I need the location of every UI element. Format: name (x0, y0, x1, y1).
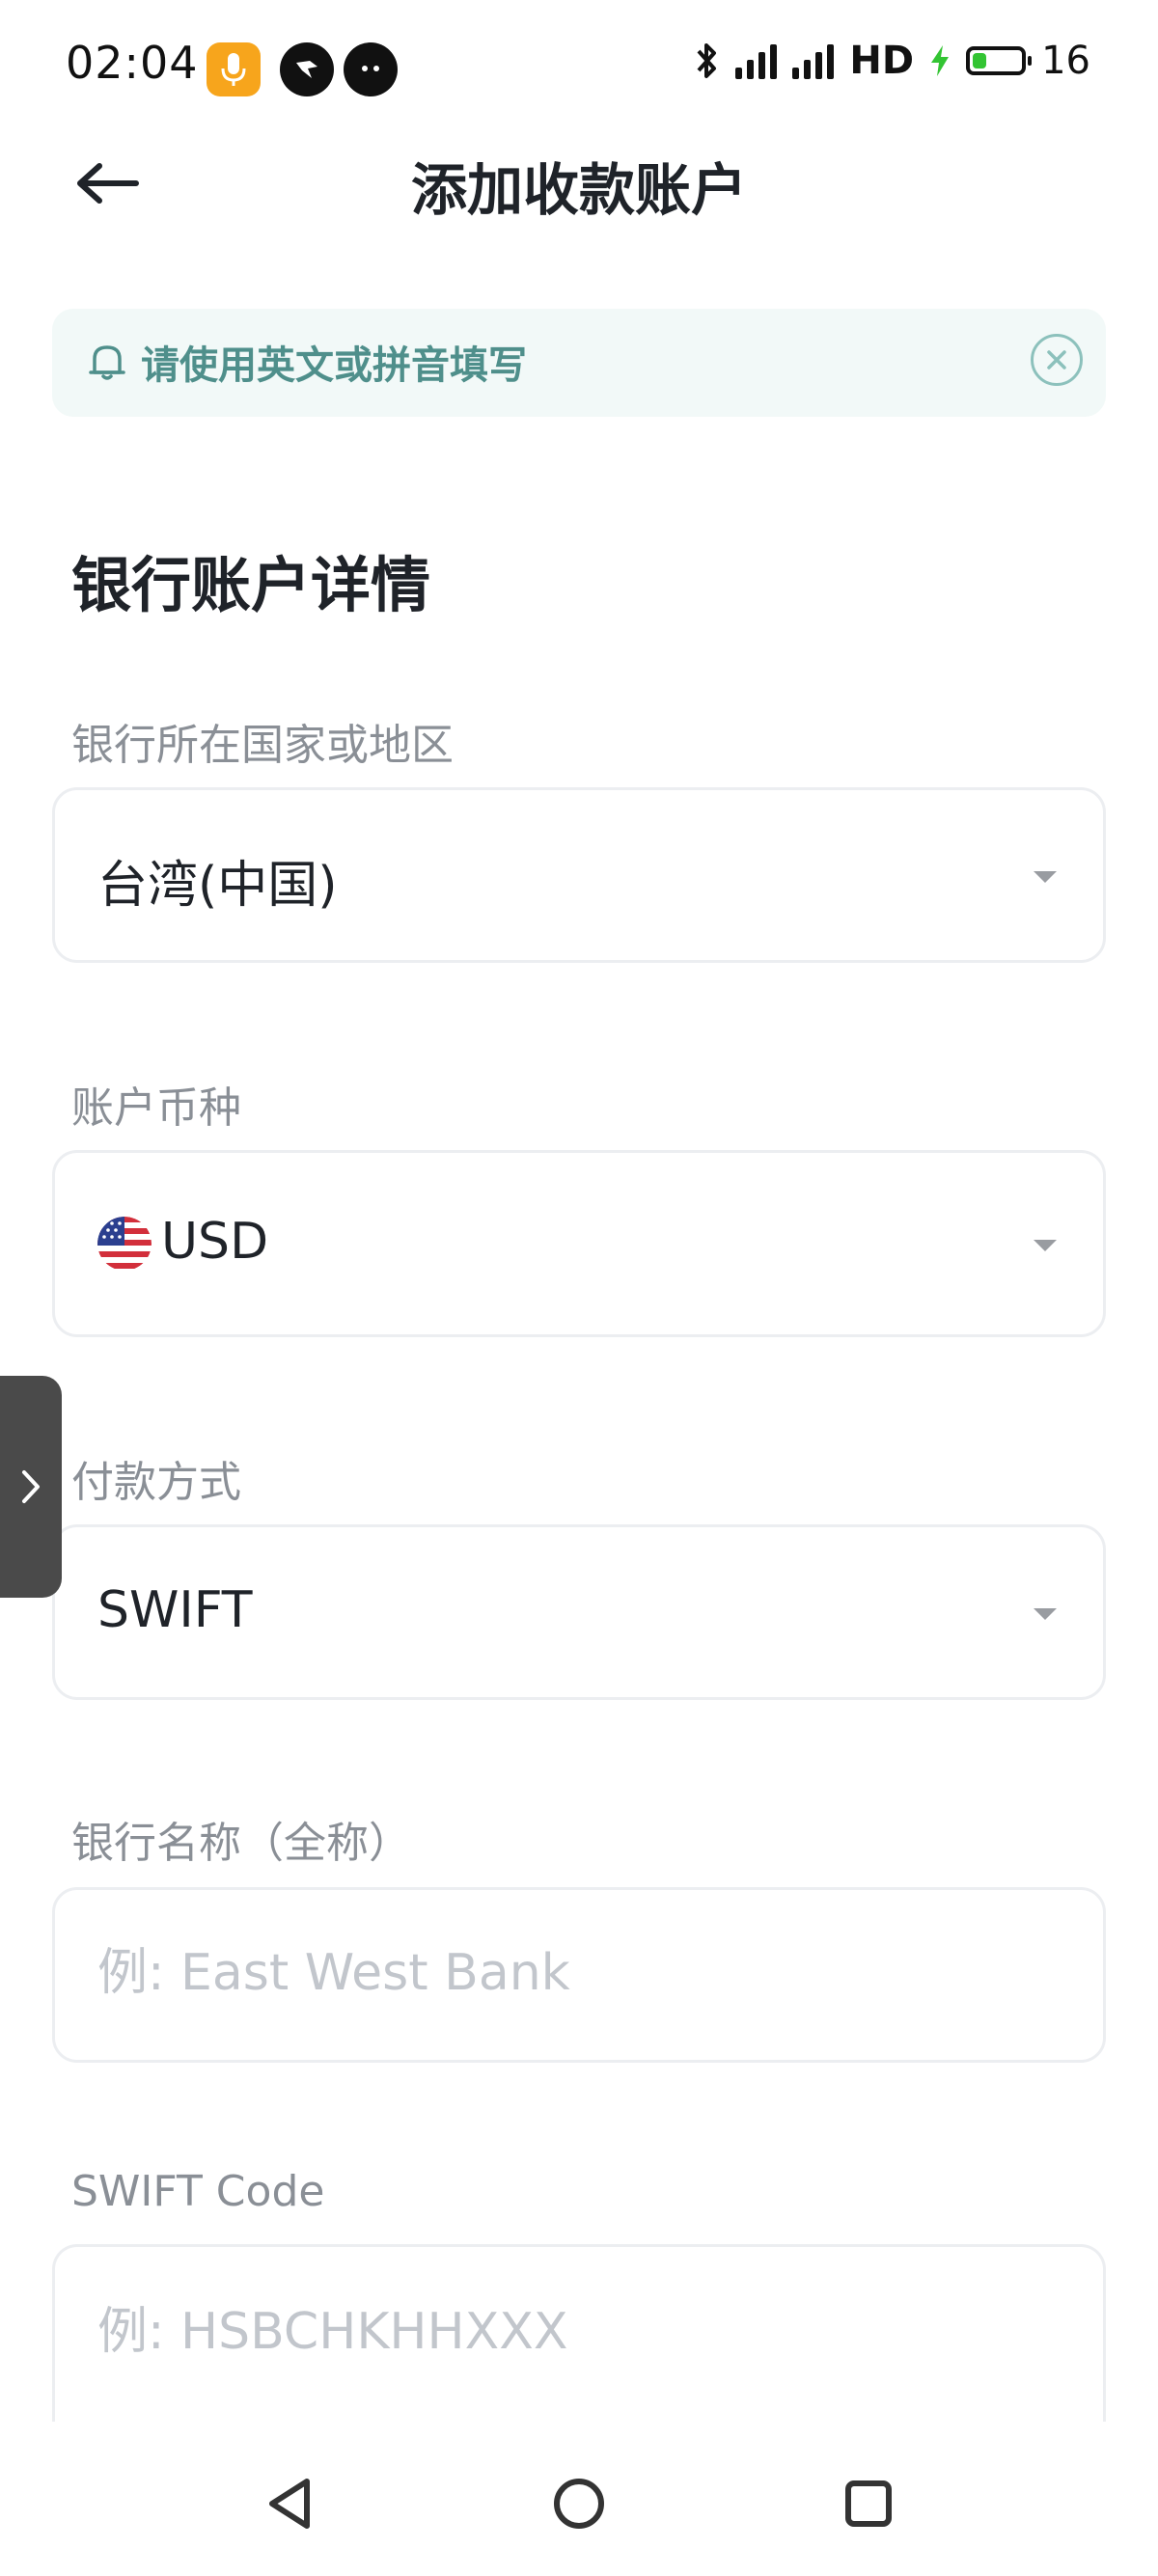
battery-icon (966, 46, 1033, 75)
chevron-right-icon (22, 1470, 40, 1503)
nav-home-button[interactable] (540, 2465, 618, 2542)
triangle-back-icon (269, 2479, 310, 2529)
close-icon (1047, 350, 1066, 370)
status-indicators: HD 16 (695, 39, 1090, 83)
notice-text: 请使用英文或拼音填写 (141, 343, 527, 388)
payment-method-label: 付款方式 (71, 1458, 241, 1507)
bluetooth-icon (697, 43, 717, 78)
swift-code-label: SWIFT Code (71, 2167, 325, 2216)
country-select[interactable]: 台湾(中国) (52, 787, 1106, 963)
us-flag-icon (97, 1217, 152, 1271)
country-value: 台湾(中国) (97, 857, 338, 915)
nav-back-button[interactable] (251, 2465, 328, 2542)
notice-close-button[interactable] (1031, 334, 1083, 386)
signal-strength-icon-2 (792, 42, 835, 79)
side-drawer-tab[interactable] (0, 1376, 62, 1598)
battery-level: 16 (1041, 39, 1090, 83)
bank-name-label: 银行名称（全称） (71, 1819, 411, 1868)
section-title: 银行账户详情 (71, 550, 431, 620)
currency-label: 账户币种 (71, 1083, 241, 1133)
square-recents-icon (845, 2480, 892, 2527)
chat-app-icon (344, 42, 398, 96)
circle-home-icon (554, 2479, 604, 2529)
bell-icon (89, 345, 125, 380)
navigation-bar (0, 2422, 1158, 2576)
page-title: 添加收款账户 (410, 157, 747, 223)
payment-method-value: SWIFT (97, 1581, 253, 1639)
currency-select[interactable]: USD (52, 1150, 1106, 1337)
currency-value: USD (161, 1213, 269, 1271)
chevron-down-icon (1034, 1240, 1057, 1251)
signal-strength-icon-1 (735, 42, 778, 79)
status-time: 02:04 (66, 37, 199, 89)
notice-banner: 请使用英文或拼音填写 (52, 309, 1106, 417)
bank-name-field[interactable] (52, 1887, 1106, 2063)
payment-method-select[interactable]: SWIFT (52, 1524, 1106, 1700)
nav-recents-button[interactable] (830, 2465, 907, 2542)
chevron-down-icon (1034, 1608, 1057, 1620)
network-label: HD (849, 39, 915, 83)
swift-code-field[interactable] (52, 2244, 1106, 2422)
chevron-down-icon (1034, 871, 1057, 883)
bird-app-icon (280, 42, 334, 96)
bank-name-input[interactable] (97, 1944, 1043, 2002)
status-bar: 02:04 HD 16 (0, 0, 1158, 135)
country-label: 银行所在国家或地区 (71, 721, 454, 770)
charging-icon (931, 45, 950, 76)
header: 添加收款账户 (0, 135, 1158, 241)
microphone-icon (207, 42, 261, 96)
swift-code-input[interactable] (97, 2303, 1043, 2361)
